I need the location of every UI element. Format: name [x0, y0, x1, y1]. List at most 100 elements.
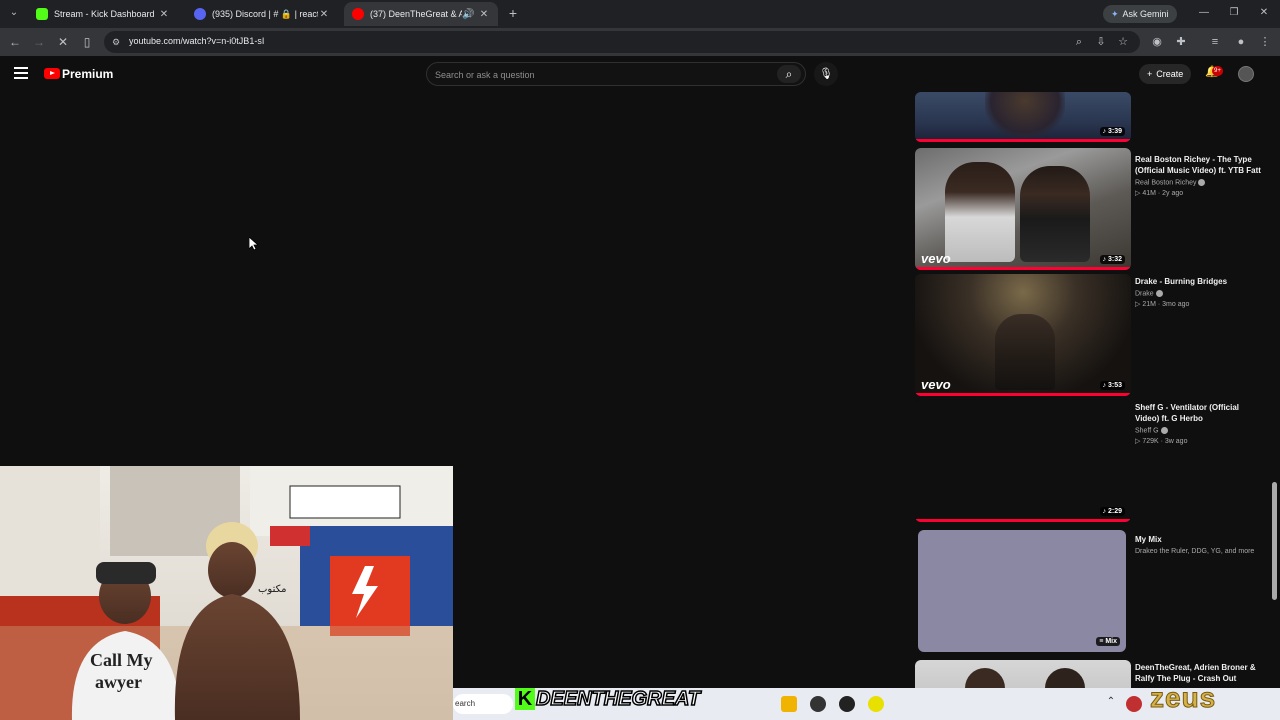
video-stats: ▷ 729K · 3w ago [1135, 438, 1188, 446]
hamburger-menu-icon[interactable] [14, 67, 28, 79]
site-info-icon[interactable]: ⚙ [112, 36, 124, 48]
restore-window-icon[interactable]: ❐ [1222, 4, 1246, 22]
avatar[interactable] [1238, 66, 1254, 82]
search-box: ⌕ [426, 62, 806, 86]
tab-kick-dashboard[interactable]: Stream - Kick Dashboard ✕ [28, 2, 178, 26]
svg-text:Call My: Call My [90, 650, 153, 670]
duration-badge: ♪ 3:39 [1099, 127, 1125, 136]
thumbnail-figure [985, 92, 1065, 138]
discord-favicon-icon [194, 8, 206, 20]
mix-thumbnail[interactable]: ≡ Mix [918, 530, 1126, 652]
vevo-logo-icon: vevo [921, 251, 951, 266]
notifications-badge: 9+ [1212, 66, 1223, 76]
ask-gemini-label: Ask Gemini [1122, 9, 1169, 19]
duration-badge: ♪ 3:53 [1099, 381, 1125, 390]
kick-logo-icon: K [515, 688, 535, 710]
youtube-premium-label[interactable]: Premium [62, 67, 113, 81]
microphone-icon[interactable]: 🎙 [814, 62, 838, 86]
file-explorer-icon[interactable] [781, 696, 797, 712]
video-meta: My Mix Drakeo the Ruler, DDG, YG, and mo… [1135, 534, 1261, 555]
list-item[interactable]: vevo ♪ 3:32 Real Boston Richey - The Typ… [912, 148, 1270, 272]
split-view-icon[interactable]: ▯ [78, 33, 96, 51]
back-arrow-icon[interactable]: ← [6, 33, 24, 51]
browser-toolbar: ← → ✕ ▯ ⚙ youtube.com/watch?v=n-i0tJB1-s… [0, 28, 1280, 56]
video-thumbnail[interactable]: vevo ♪ 3:32 [915, 148, 1131, 270]
watched-progress-bar [915, 139, 1131, 142]
video-title[interactable]: Drake - Burning Bridges [1135, 276, 1261, 287]
screen: ⌄ Stream - Kick Dashboard ✕ (935) Discor… [0, 0, 1280, 720]
plus-icon: + [1147, 69, 1153, 79]
thumbnail-figure [1020, 166, 1090, 262]
verified-check-icon [1160, 427, 1168, 434]
webcam-overlay: Call My awyer مكتوب [0, 466, 453, 720]
zoom-icon[interactable]: ⌕ [1070, 33, 1088, 51]
video-title[interactable]: DeenTheGreat, Adrien Broner & Ralfy The … [1135, 662, 1261, 684]
video-title[interactable]: My Mix [1135, 534, 1261, 545]
close-tab-icon[interactable]: ✕ [158, 9, 170, 20]
close-tab-icon[interactable]: ✕ [478, 9, 490, 20]
video-meta: Real Boston Richey - The Type (Official … [1135, 154, 1261, 197]
create-button[interactable]: + Create [1139, 64, 1192, 84]
video-title[interactable]: Real Boston Richey - The Type (Official … [1135, 154, 1261, 176]
browser-tab-strip: ⌄ Stream - Kick Dashboard ✕ (935) Discor… [0, 0, 1280, 28]
bookmark-star-icon[interactable]: ☆ [1114, 33, 1132, 51]
video-thumbnail[interactable]: vevo ♪ 3:53 [915, 274, 1131, 396]
tab-title: Stream - Kick Dashboard [54, 9, 155, 19]
video-meta: Sheff G - Ventilator (Official Video) ft… [1135, 402, 1261, 445]
notes-app-icon[interactable] [868, 696, 884, 712]
video-stats: ▷ 41M · 2y ago [1135, 190, 1184, 198]
puzzle-extensions-icon[interactable]: ✚ [1172, 33, 1190, 51]
list-item[interactable]: ≡ Mix My Mix Drakeo the Ruler, DDG, YG, … [912, 530, 1270, 654]
tab-title: (935) Discord | # 🔒 | reactions [212, 8, 318, 19]
list-item[interactable]: ♪ 3:39 [912, 92, 1270, 144]
extension-icon[interactable]: ◉ [1148, 33, 1166, 51]
profile-icon[interactable]: ● [1232, 33, 1250, 51]
svg-text:awyer: awyer [95, 672, 142, 692]
stop-loading-icon[interactable]: ✕ [54, 33, 72, 51]
tab-title: (37) DeenTheGreat & Adri [370, 9, 462, 19]
list-item[interactable]: vevo ♪ 3:53 Drake - Burning Bridges Drak… [912, 274, 1270, 398]
new-tab-button[interactable]: + [505, 5, 521, 21]
tray-app-icon[interactable] [1126, 696, 1142, 712]
duration-badge: ♪ 3:32 [1099, 255, 1125, 264]
video-thumbnail[interactable]: ♪ 2:29 [915, 400, 1131, 522]
mouse-cursor-icon [249, 237, 259, 251]
tab-search-icon[interactable]: ⌄ [6, 5, 22, 21]
scrollbar-thumb[interactable] [1272, 482, 1277, 600]
youtube-logo-icon[interactable] [44, 68, 60, 79]
gemini-sparkle-icon: ✦ [1111, 8, 1119, 19]
video-stats: ▷ 21M · 3mo ago [1135, 301, 1190, 309]
mix-badge: ≡ Mix [1096, 637, 1120, 646]
taskbar-search-field[interactable]: earch [453, 694, 513, 714]
watched-progress-bar [915, 393, 1131, 396]
media-player-icon[interactable] [839, 696, 855, 712]
tab-discord[interactable]: (935) Discord | # 🔒 | reactions ✕ [186, 2, 338, 26]
search-input[interactable] [435, 67, 755, 83]
forward-arrow-icon[interactable]: → [30, 33, 48, 51]
media-controls-icon[interactable]: ≡ [1206, 33, 1224, 51]
channel-name[interactable]: Real Boston Richey [1135, 179, 1261, 186]
verified-check-icon [1155, 290, 1163, 297]
channel-name[interactable]: Drake [1135, 290, 1261, 297]
video-player-area[interactable] [0, 92, 900, 466]
close-window-icon[interactable]: ✕ [1252, 4, 1276, 22]
list-item[interactable]: ♪ 2:29 Sheff G - Ventilator (Official Vi… [912, 400, 1270, 524]
mix-artists: Drakeo the Ruler, DDG, YG, and more [1135, 548, 1255, 555]
recommendations-sidebar: ♪ 3:39 vevo ♪ 3:32 Real Boston Richey - … [912, 92, 1270, 720]
app-icon[interactable] [810, 696, 826, 712]
search-icon[interactable]: ⌕ [777, 65, 801, 83]
video-title[interactable]: Sheff G - Ventilator (Official Video) ft… [1135, 402, 1261, 424]
ask-gemini-button[interactable]: ✦ Ask Gemini [1103, 5, 1177, 23]
youtube-favicon-icon [352, 8, 364, 20]
video-thumbnail[interactable]: ♪ 3:39 [915, 92, 1131, 142]
channel-name[interactable]: Sheff G [1135, 427, 1261, 434]
browser-menu-icon[interactable]: ⋮ [1256, 33, 1274, 51]
address-bar[interactable]: ⚙ youtube.com/watch?v=n-i0tJB1-sI [104, 31, 1140, 53]
tray-chevron-icon[interactable]: ⌃ [1105, 696, 1117, 712]
webcam-scene: Call My awyer مكتوب [0, 466, 453, 720]
tab-youtube[interactable]: (37) DeenTheGreat & Adri 🔊 ✕ [344, 2, 498, 26]
install-app-icon[interactable]: ⇩ [1092, 33, 1110, 51]
minimize-window-icon[interactable]: — [1192, 4, 1216, 22]
audio-icon[interactable]: 🔊 [462, 9, 474, 20]
close-tab-icon[interactable]: ✕ [318, 9, 330, 20]
